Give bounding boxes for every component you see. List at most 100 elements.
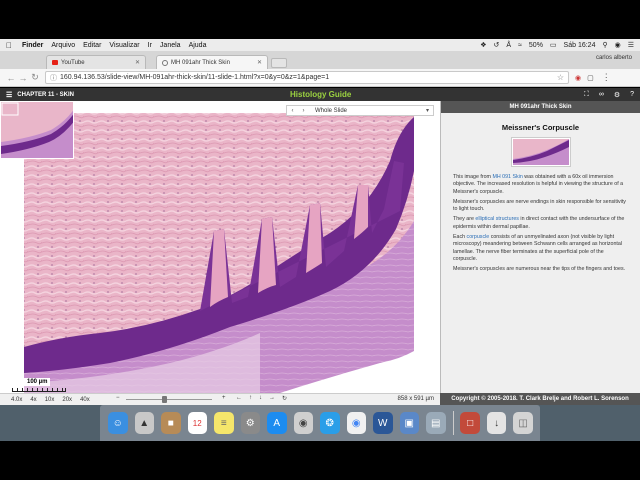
app-title[interactable]: Histology Guide: [290, 90, 351, 99]
arrow-down-icon[interactable]: ↓: [259, 395, 262, 402]
chapter-label: CHAPTER 11 - SKIN: [17, 91, 74, 98]
scale-ruler: [12, 388, 66, 392]
tab-title: MH 091ahr Thick Skin: [171, 59, 230, 66]
link-mh091-skin[interactable]: MH 091 Skin: [492, 174, 522, 180]
finder-icon[interactable]: ☺: [108, 412, 128, 434]
chevron-right-icon[interactable]: ›: [298, 108, 309, 114]
activity-monitor-icon[interactable]: ◉: [293, 412, 313, 434]
paragraph: Meissner's corpuscles are numerous near …: [453, 266, 626, 273]
browser-menu-icon[interactable]: ⋮: [602, 72, 611, 83]
slide-viewer[interactable]: ‹ › Whole Slide ▾ 100 µm: [0, 101, 440, 393]
zoom-10x-button[interactable]: 10x: [45, 397, 55, 403]
globe-icon: [162, 59, 168, 66]
menu-editar[interactable]: Editar: [83, 42, 101, 49]
downloads-icon[interactable]: ↓: [486, 412, 507, 434]
preview-icon[interactable]: ▤: [426, 412, 446, 434]
profile-name[interactable]: carlos alberto: [596, 55, 632, 61]
link-elliptical-structures[interactable]: elliptical structures: [475, 216, 519, 222]
zoom-out-icon[interactable]: −: [116, 395, 120, 401]
header-tools: ⛶ ∞ ⚙ ?: [584, 91, 634, 99]
extension-icon[interactable]: ◉: [575, 74, 581, 82]
clock[interactable]: Sáb 16:24: [564, 42, 596, 49]
word-icon[interactable]: W: [373, 412, 393, 434]
address-bar-row: ← → ↻ ⓘ 160.94.136.53/slide-view/MH-091a…: [0, 69, 640, 87]
zoom-slider-handle[interactable]: [162, 396, 167, 403]
youtube-icon: [52, 60, 58, 65]
forward-icon[interactable]: →: [17, 73, 29, 83]
zoom-slider-track[interactable]: [126, 399, 212, 400]
info-panel: MH 091ahr Thick Skin Meissner's Corpuscl…: [440, 101, 640, 393]
overview-thumbnail[interactable]: [0, 101, 74, 159]
chevron-left-icon[interactable]: ‹: [287, 108, 298, 114]
browser-tab-strip: YouTube ✕ MH 091ahr Thick Skin ✕ carlos …: [0, 51, 640, 69]
user-icon[interactable]: ◉: [615, 41, 621, 49]
safari-icon[interactable]: ❂: [320, 412, 340, 434]
contacts-icon[interactable]: ■: [161, 412, 181, 434]
menu-visualizar[interactable]: Visualizar: [109, 42, 139, 49]
zoom-20x-button[interactable]: 20x: [62, 397, 72, 403]
zoom-4x-button[interactable]: 4x: [30, 397, 36, 403]
keynote-icon[interactable]: ▣: [399, 412, 419, 434]
help-icon[interactable]: ?: [630, 91, 634, 99]
tab-title: YouTube: [61, 59, 85, 66]
tab-thick-skin[interactable]: MH 091ahr Thick Skin ✕: [156, 55, 268, 69]
extension-icon[interactable]: ▢: [587, 74, 594, 82]
calendar-icon[interactable]: 12: [187, 412, 207, 434]
settings-icon[interactable]: ⚙: [614, 91, 620, 99]
macos-dock: ☺ ▲ ■ 12 ≡ ⚙ A ◉ ❂ ◉ W ▣ ▤ □ ↓ ◫: [100, 405, 540, 441]
tab-youtube[interactable]: YouTube ✕: [46, 55, 146, 69]
screen:  Finder Arquivo Editar Visualizar Ir Ja…: [0, 0, 640, 480]
trash-icon[interactable]: ◫: [513, 412, 533, 434]
zoom-40x-button[interactable]: 40x: [80, 397, 90, 403]
macos-menubar:  Finder Arquivo Editar Visualizar Ir Ja…: [0, 39, 640, 51]
arrow-left-icon[interactable]: ←: [236, 395, 242, 402]
wifi-icon[interactable]: ≈: [518, 42, 522, 49]
menu-finder[interactable]: Finder: [22, 42, 43, 49]
system-preferences-icon[interactable]: ⚙: [240, 412, 260, 434]
image-dimensions: 858 x 591 µm: [397, 396, 434, 402]
menu-janela[interactable]: Janela: [160, 42, 181, 49]
copyright-footer: Copyright © 2005-2018. T. Clark Brelje a…: [440, 393, 640, 405]
menu-ajuda[interactable]: Ajuda: [189, 42, 207, 49]
paragraph: This image from MH 091 Skin was obtained…: [453, 174, 624, 195]
bookmark-star-icon[interactable]: ☆: [557, 73, 564, 82]
app-header: ☰ CHAPTER 11 - SKIN Histology Guide ⛶ ∞ …: [0, 88, 640, 101]
link-corpuscle[interactable]: corpuscle: [467, 234, 490, 240]
dropbox-icon[interactable]: ❖: [480, 41, 486, 49]
document-icon[interactable]: □: [460, 412, 480, 434]
new-tab-button[interactable]: [271, 58, 287, 68]
reload-icon[interactable]: ↻: [29, 72, 41, 83]
arrow-up-icon[interactable]: ↑: [249, 395, 252, 402]
close-icon[interactable]: ✕: [257, 59, 262, 66]
url-text: 160.94.136.53/slide-view/MH-091ahr-thick…: [60, 74, 330, 81]
zoom-in-icon[interactable]: +: [222, 395, 226, 401]
arrow-right-icon[interactable]: →: [269, 395, 275, 402]
url-input[interactable]: ⓘ 160.94.136.53/slide-view/MH-091ahr-thi…: [45, 71, 569, 84]
reset-icon[interactable]: ↻: [282, 395, 287, 402]
app-store-icon[interactable]: A: [267, 412, 287, 434]
menu-arquivo[interactable]: Arquivo: [51, 42, 75, 49]
bluetooth-icon[interactable]: Å: [506, 42, 511, 49]
chevron-down-icon[interactable]: ▾: [426, 107, 429, 114]
search-icon[interactable]: ⚲: [602, 41, 607, 49]
apple-icon[interactable]: : [6, 41, 14, 50]
close-icon[interactable]: ✕: [135, 59, 140, 66]
battery-percent[interactable]: 50%: [529, 42, 543, 49]
back-icon[interactable]: ←: [5, 73, 17, 83]
launchpad-icon[interactable]: ▲: [134, 412, 154, 434]
dock-separator: [452, 411, 454, 435]
paragraph: Each corpuscle consists of an unmyelinat…: [453, 234, 623, 262]
hamburger-icon[interactable]: ☰: [6, 91, 12, 99]
battery-icon[interactable]: ▭: [550, 41, 557, 49]
link-icon[interactable]: ∞: [599, 91, 604, 99]
notes-icon[interactable]: ≡: [214, 412, 234, 434]
slide-selector[interactable]: ‹ › Whole Slide ▾: [286, 105, 434, 116]
notification-center-icon[interactable]: ☰: [628, 41, 634, 49]
corpuscle-thumbnail[interactable]: [510, 137, 571, 167]
chrome-icon[interactable]: ◉: [346, 412, 366, 434]
info-icon[interactable]: ⓘ: [50, 73, 57, 83]
time-machine-icon[interactable]: ↺: [494, 41, 500, 49]
fullscreen-icon[interactable]: ⛶: [584, 91, 589, 99]
chapter-menu[interactable]: ☰ CHAPTER 11 - SKIN: [6, 91, 74, 99]
menu-ir[interactable]: Ir: [148, 42, 152, 49]
